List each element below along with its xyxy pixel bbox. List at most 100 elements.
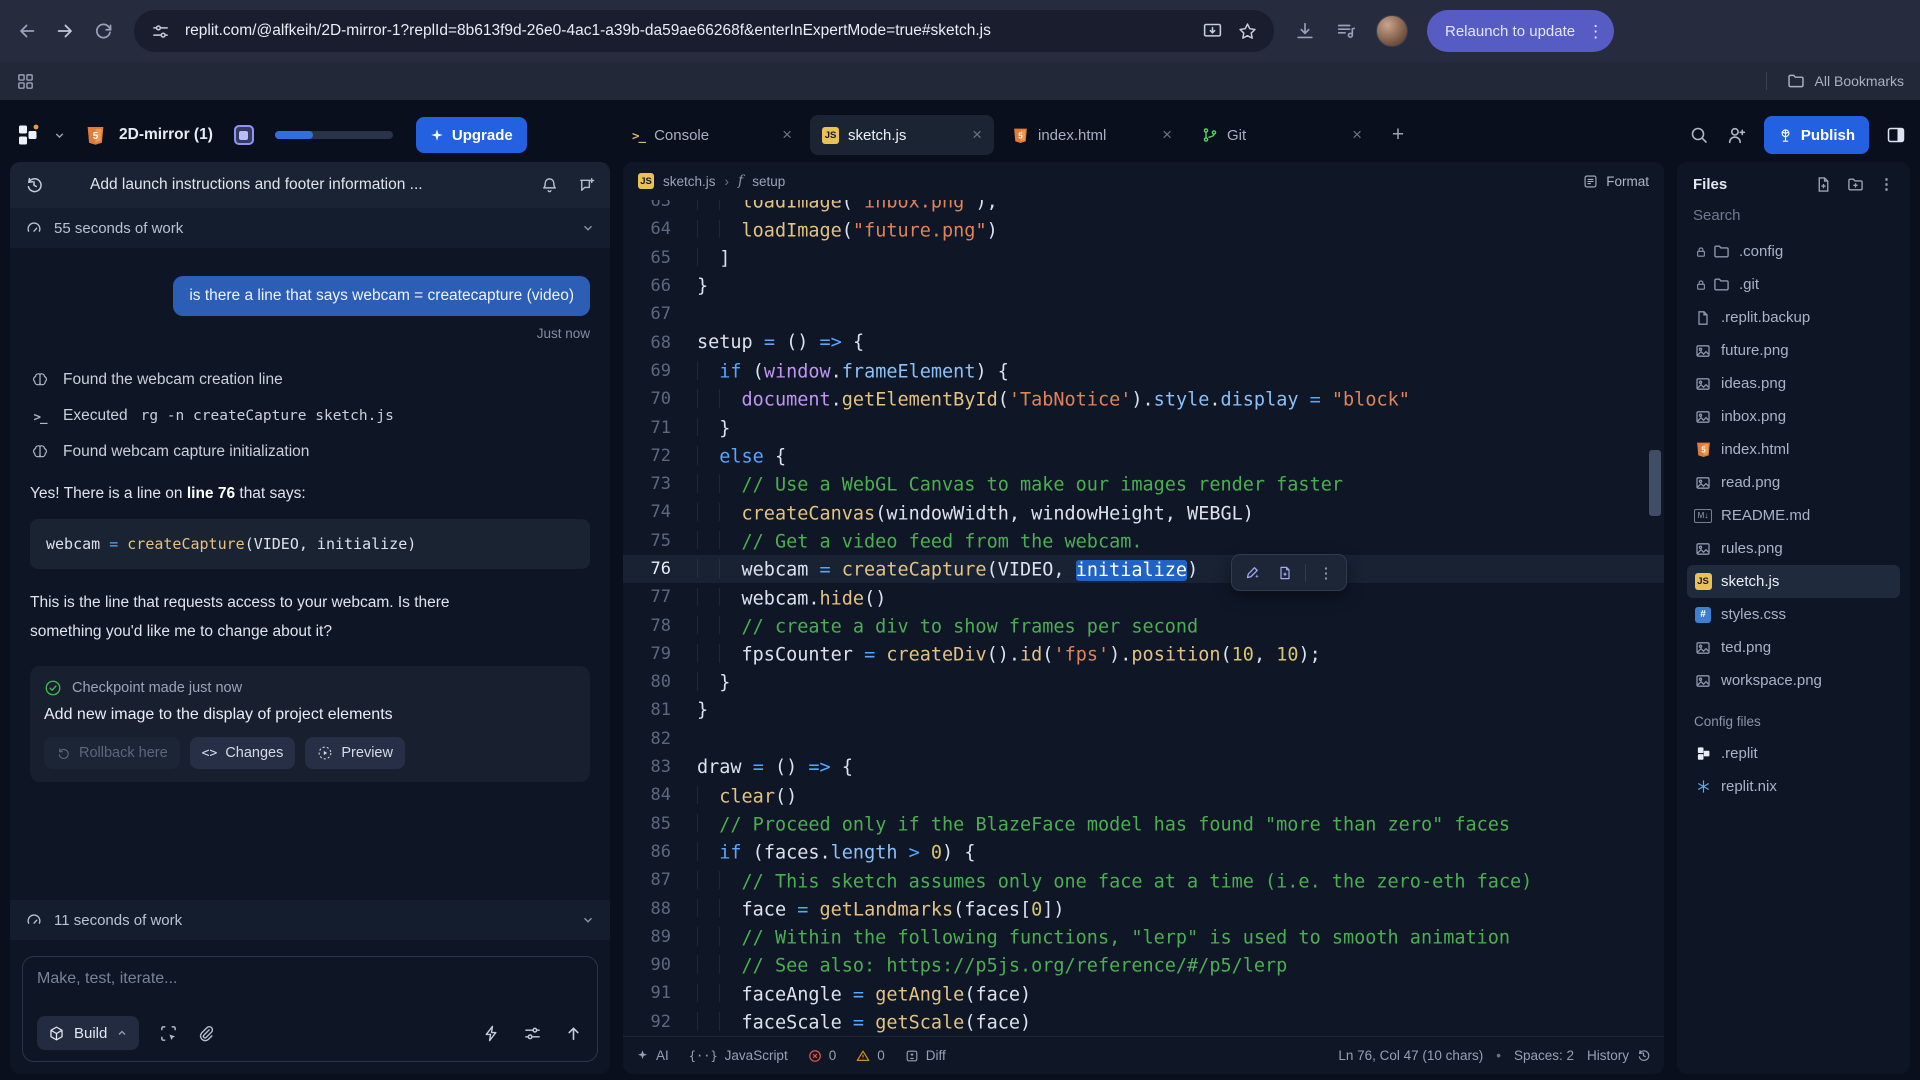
file-row-future.png[interactable]: future.png	[1687, 334, 1900, 367]
line-number[interactable]: 80	[623, 672, 697, 692]
editor-scrollbar[interactable]	[1649, 450, 1661, 516]
line-number[interactable]: 69	[623, 361, 697, 381]
line-number[interactable]: 77	[623, 587, 697, 607]
element-picker-icon[interactable]	[159, 1024, 178, 1043]
line-number[interactable]: 89	[623, 927, 697, 947]
cursor-position[interactable]: Ln 76, Col 47 (10 chars)	[1338, 1048, 1483, 1063]
attachment-icon[interactable]	[196, 1024, 215, 1043]
breadcrumb-file[interactable]: sketch.js	[663, 174, 716, 189]
new-thread-icon[interactable]	[577, 176, 596, 195]
language-indicator[interactable]: {··} JavaScript	[689, 1048, 788, 1063]
line-number[interactable]: 63	[623, 200, 697, 211]
history-icon[interactable]	[24, 175, 44, 195]
code-line-66[interactable]: 66}	[623, 272, 1664, 300]
file-row-.config[interactable]: .config	[1687, 235, 1900, 268]
code-line-88[interactable]: 88face = getLandmarks(faces[0])	[623, 894, 1664, 922]
tab-Git[interactable]: Git×	[1190, 115, 1374, 155]
relaunch-button[interactable]: Relaunch to update ⋮	[1427, 10, 1614, 52]
code-line-69[interactable]: 69if (window.frameElement) {	[623, 357, 1664, 385]
line-number[interactable]: 85	[623, 814, 697, 834]
diff-button[interactable]: Diff	[905, 1048, 946, 1063]
notifications-icon[interactable]	[540, 176, 559, 195]
site-settings-icon[interactable]	[150, 21, 171, 42]
code-line-84[interactable]: 84clear()	[623, 781, 1664, 809]
file-row-rules.png[interactable]: rules.png	[1687, 532, 1900, 565]
line-number[interactable]: 90	[623, 955, 697, 975]
publish-button[interactable]: Publish	[1764, 116, 1869, 154]
format-button[interactable]: Format	[1583, 174, 1649, 189]
chevron-down-icon[interactable]	[581, 913, 595, 927]
close-icon[interactable]: ×	[782, 125, 792, 145]
line-number[interactable]: 91	[623, 983, 697, 1003]
file-row-.replit[interactable]: .replit	[1687, 737, 1900, 770]
line-number[interactable]: 78	[623, 616, 697, 636]
line-number[interactable]: 68	[623, 333, 697, 353]
code-line-72[interactable]: 72else {	[623, 442, 1664, 470]
file-row-README.md[interactable]: M↓README.md	[1687, 499, 1900, 532]
code-line-79[interactable]: 79fpsCounter = createDiv().id('fps').pos…	[623, 640, 1664, 668]
line-number[interactable]: 74	[623, 502, 697, 522]
line-number[interactable]: 76	[623, 559, 697, 579]
code-line-73[interactable]: 73// Use a WebGL Canvas to make our imag…	[623, 470, 1664, 498]
code-line-67[interactable]: 67	[623, 300, 1664, 328]
apps-grid-icon[interactable]	[16, 72, 35, 91]
line-number[interactable]: 86	[623, 842, 697, 862]
line-number[interactable]: 75	[623, 531, 697, 551]
stop-button[interactable]	[234, 125, 254, 145]
code-line-65[interactable]: 65]	[623, 244, 1664, 272]
reading-list-icon[interactable]	[1335, 20, 1357, 42]
back-icon[interactable]	[16, 20, 38, 42]
ai-status[interactable]: AI	[636, 1048, 669, 1063]
url-text[interactable]: replit.com/@alfkeih/2D-mirror-1?replId=8…	[185, 22, 1188, 40]
code-line-82[interactable]: 82	[623, 725, 1664, 753]
quick-actions-icon[interactable]	[482, 1024, 501, 1043]
invite-icon[interactable]	[1726, 125, 1747, 146]
file-row-styles.css[interactable]: #styles.css	[1687, 598, 1900, 631]
code-line-81[interactable]: 81}	[623, 696, 1664, 724]
tab-sketch.js[interactable]: JSsketch.js×	[810, 115, 994, 155]
file-row-ideas.png[interactable]: ideas.png	[1687, 367, 1900, 400]
file-row-replit.nix[interactable]: replit.nix	[1687, 770, 1900, 803]
errors-indicator[interactable]: 0	[808, 1048, 837, 1063]
chat-input[interactable]	[37, 970, 583, 988]
line-number[interactable]: 83	[623, 757, 697, 777]
new-tab-button[interactable]: +	[1380, 115, 1416, 155]
file-row-workspace.png[interactable]: workspace.png	[1687, 664, 1900, 697]
new-folder-icon[interactable]	[1847, 175, 1864, 193]
breadcrumb-symbol[interactable]: setup	[752, 174, 785, 189]
files-search-input[interactable]	[1693, 207, 1894, 224]
install-app-icon[interactable]	[1202, 21, 1223, 42]
history-button[interactable]: History	[1587, 1048, 1651, 1063]
work-summary-top[interactable]: 55 seconds of work	[10, 208, 610, 248]
file-row-read.png[interactable]: read.png	[1687, 466, 1900, 499]
code-line-92[interactable]: 92faceScale = getScale(face)	[623, 1008, 1664, 1036]
settings-sliders-icon[interactable]	[523, 1024, 542, 1043]
file-row-sketch.js[interactable]: JSsketch.js	[1687, 565, 1900, 598]
code-line-64[interactable]: 64loadImage("future.png")	[623, 215, 1664, 243]
code-line-85[interactable]: 85// Proceed only if the BlazeFace model…	[623, 810, 1664, 838]
avatar[interactable]	[1376, 15, 1408, 47]
work-summary-bottom[interactable]: 11 seconds of work	[10, 900, 610, 940]
tab-Console[interactable]: >_Console×	[620, 115, 804, 155]
code-line-74[interactable]: 74createCanvas(windowWidth, windowHeight…	[623, 498, 1664, 526]
line-number[interactable]: 82	[623, 729, 697, 749]
more-menu-icon[interactable]: ⋮	[1587, 23, 1604, 40]
thread-title[interactable]: Add launch instructions and footer infor…	[58, 176, 526, 194]
line-number[interactable]: 84	[623, 785, 697, 805]
code-line-68[interactable]: 68setup = () => {	[623, 328, 1664, 356]
line-number[interactable]: 64	[623, 219, 697, 239]
changes-button[interactable]: <> Changes	[190, 737, 296, 769]
upgrade-button[interactable]: Upgrade	[416, 117, 527, 153]
close-icon[interactable]: ×	[972, 125, 982, 145]
line-number[interactable]: 65	[623, 248, 697, 268]
code-line-71[interactable]: 71}	[623, 413, 1664, 441]
line-number[interactable]: 73	[623, 474, 697, 494]
line-number[interactable]: 70	[623, 389, 697, 409]
code-line-77[interactable]: 77webcam.hide()	[623, 583, 1664, 611]
files-menu-icon[interactable]: ⋮	[1879, 175, 1894, 193]
line-number[interactable]: 72	[623, 446, 697, 466]
tab-index.html[interactable]: 5index.html×	[1000, 115, 1184, 155]
code-editor[interactable]: 63loadImage("inbox.png"),64loadImage("fu…	[623, 200, 1664, 1036]
file-row-ted.png[interactable]: ted.png	[1687, 631, 1900, 664]
line-number[interactable]: 87	[623, 870, 697, 890]
